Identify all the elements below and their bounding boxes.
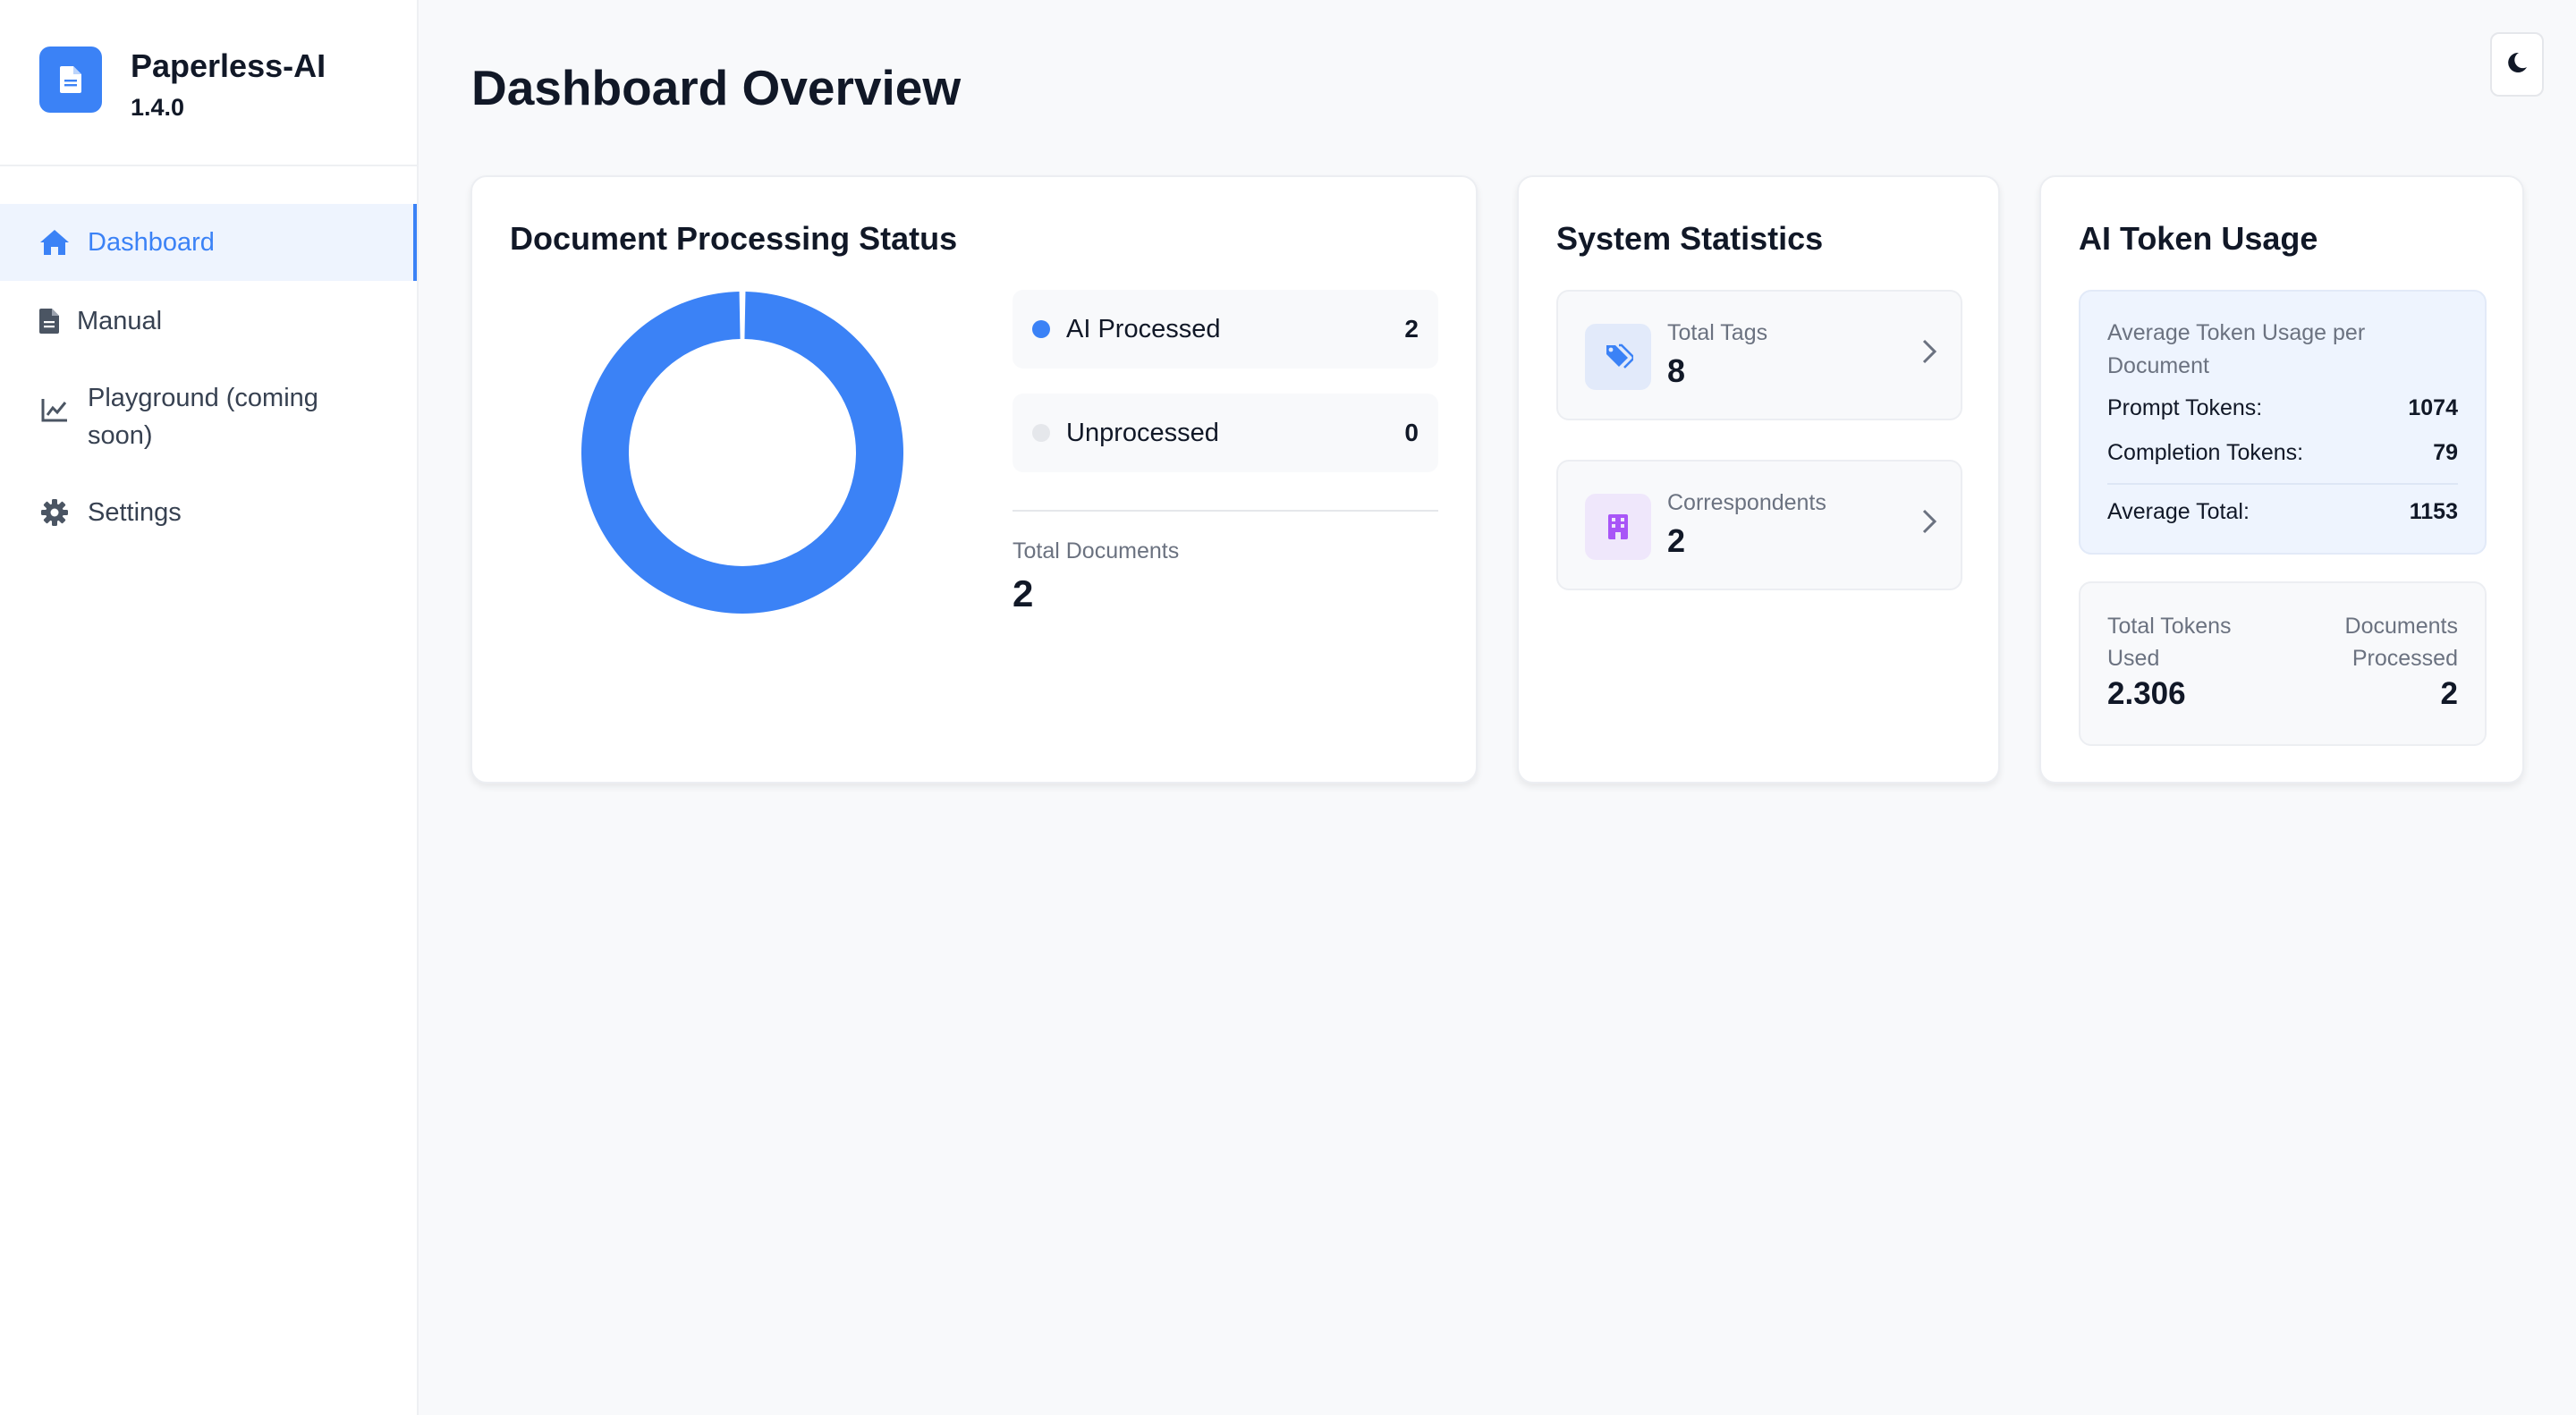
- sidebar-item-manual[interactable]: Manual: [0, 302, 417, 340]
- completion-tokens-value: 79: [2433, 440, 2458, 465]
- legend-value: 2: [1404, 315, 1419, 343]
- file-icon: [39, 302, 59, 340]
- stat-label: Correspondents: [1667, 490, 1826, 515]
- average-total-value: 1153: [2409, 499, 2458, 524]
- chart-line-icon: [39, 397, 70, 435]
- stat-value: 2: [1667, 522, 1686, 559]
- completion-tokens-label: Completion Tokens:: [2107, 440, 2304, 465]
- sidebar-item-label: Settings: [88, 498, 182, 527]
- legend-dot-unprocessed: [1032, 424, 1050, 442]
- stat-total-tags[interactable]: Total Tags 8: [1556, 290, 1962, 420]
- total-documents-label: Total Documents: [1013, 538, 1180, 563]
- stat-label: Total Tags: [1667, 320, 1768, 345]
- token-usage-card: AI Token Usage Average Token Usage per D…: [2039, 175, 2524, 784]
- legend-value: 0: [1404, 419, 1419, 446]
- total-tokens-used-label: Total Tokens Used: [2107, 614, 2232, 671]
- prompt-tokens-value: 1074: [2408, 395, 2458, 420]
- card-title: System Statistics: [1556, 220, 1824, 257]
- system-statistics-card: System Statistics Total Tags 8 Correspon…: [1517, 175, 2000, 784]
- card-title: AI Token Usage: [2079, 220, 2318, 257]
- app-name: Paperless-AI: [131, 47, 326, 84]
- average-total-row: Average Total: 1153: [2107, 499, 2458, 525]
- chevron-right-icon: [1921, 508, 1937, 539]
- moon-icon: [2505, 51, 2529, 79]
- chevron-right-icon: [1921, 338, 1937, 369]
- sidebar-item-dashboard[interactable]: Dashboard: [0, 204, 417, 281]
- processing-status-card: Document Processing Status AI Processed …: [470, 175, 1478, 784]
- legend-label: AI Processed: [1066, 314, 1221, 343]
- documents-processed-value: 2: [2440, 676, 2458, 711]
- prompt-tokens-label: Prompt Tokens:: [2107, 395, 2263, 420]
- legend-dot-ai-processed: [1032, 320, 1050, 338]
- token-summary-box: Total Tokens Used 2.306 Documents Proces…: [2079, 581, 2487, 746]
- sidebar-nav: Dashboard Manual Playground (coming soon…: [0, 204, 417, 531]
- stat-correspondents[interactable]: Correspondents 2: [1556, 460, 1962, 590]
- sidebar-item-playground[interactable]: Playground (coming soon): [0, 379, 417, 454]
- documents-processed-label: Documents Processed: [2344, 614, 2458, 671]
- app-version: 1.4.0: [131, 94, 185, 121]
- home-icon: [39, 224, 70, 261]
- donut-slice-ai-processed: [581, 292, 903, 614]
- divider: [1013, 510, 1438, 512]
- sidebar-item-settings[interactable]: Settings: [0, 494, 417, 531]
- average-token-usage-title: Average Token Usage per Document: [2107, 320, 2366, 378]
- prompt-tokens-row: Prompt Tokens: 1074: [2107, 395, 2458, 421]
- sidebar-item-label: Dashboard: [88, 228, 215, 257]
- legend-ai-processed: AI Processed 2: [1013, 290, 1438, 369]
- tags-icon: [1585, 324, 1651, 390]
- total-tokens-used-value: 2.306: [2107, 676, 2186, 711]
- theme-toggle-button[interactable]: [2490, 32, 2544, 97]
- document-icon: [39, 47, 102, 113]
- completion-tokens-row: Completion Tokens: 79: [2107, 440, 2458, 466]
- legend-unprocessed: Unprocessed 0: [1013, 394, 1438, 472]
- total-documents-value: 2: [1013, 572, 1034, 614]
- sidebar: Paperless-AI 1.4.0 Dashboard Manual Play…: [0, 0, 419, 1415]
- average-total-label: Average Total:: [2107, 499, 2250, 524]
- building-icon: [1585, 494, 1651, 560]
- stat-value: 8: [1667, 352, 1686, 389]
- divider: [2107, 483, 2458, 485]
- brand: Paperless-AI 1.4.0: [0, 0, 417, 166]
- sidebar-item-label: Playground (coming soon): [88, 384, 318, 450]
- processing-donut-chart: [581, 292, 903, 614]
- legend-label: Unprocessed: [1066, 418, 1219, 447]
- sidebar-item-label: Manual: [77, 307, 163, 335]
- average-token-usage-box: Average Token Usage per Document Prompt …: [2079, 290, 2487, 555]
- card-title: Document Processing Status: [510, 220, 958, 257]
- page-title: Dashboard Overview: [471, 60, 962, 115]
- gear-icon: [39, 494, 70, 531]
